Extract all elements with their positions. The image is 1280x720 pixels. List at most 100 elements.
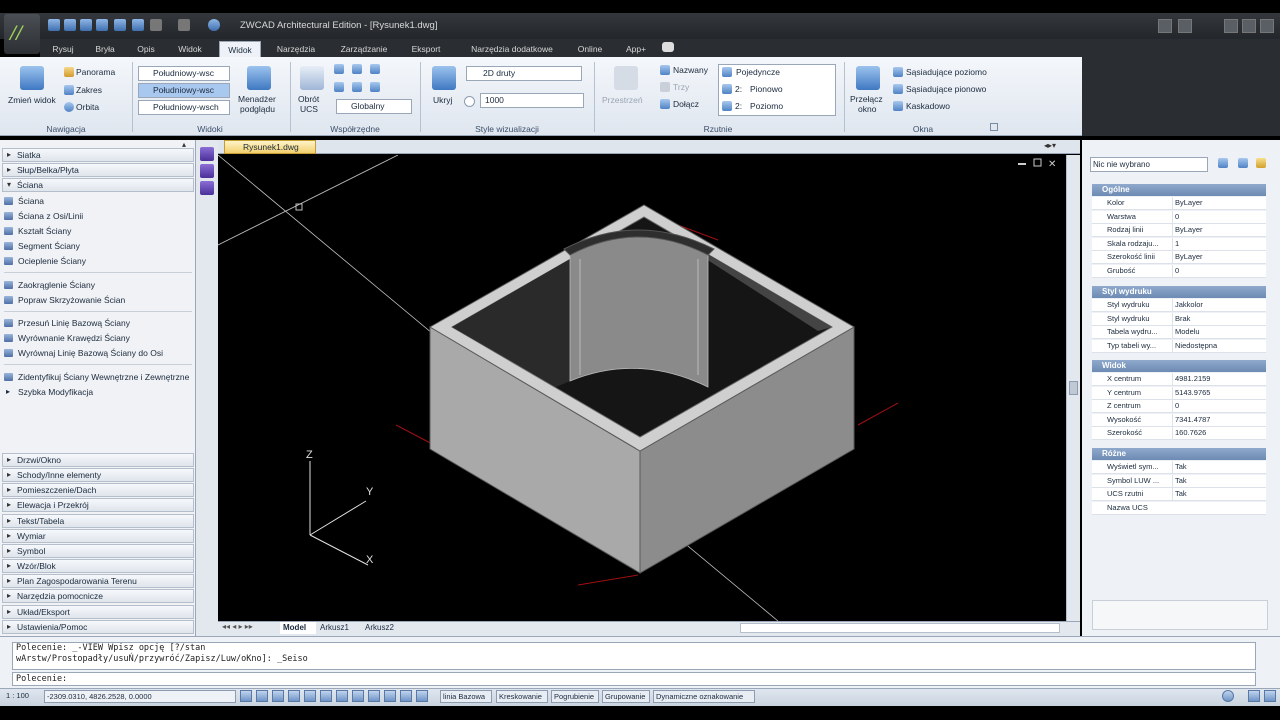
tab-rysuj[interactable]: Rysuj — [46, 41, 80, 57]
ucs-rotate-icon[interactable] — [300, 66, 324, 90]
category-wymiar[interactable]: Wymiar — [2, 529, 194, 543]
section-plot[interactable]: Styl wydruku — [1092, 286, 1266, 298]
two-vertical-option[interactable]: Poziomo — [750, 101, 783, 111]
property-row[interactable]: Tabela wydru... Modelu — [1092, 326, 1266, 340]
dialog-launcher-icon[interactable] — [990, 123, 998, 131]
two-horizontal-icon[interactable] — [722, 84, 732, 94]
orbit-icon[interactable] — [64, 102, 74, 112]
selection-combo[interactable]: Nic nie wybrano — [1090, 157, 1208, 172]
tile-horizontal-button[interactable]: Sąsiadujące poziomo — [906, 67, 987, 77]
lineweight-icon[interactable] — [368, 690, 380, 702]
tab-online[interactable]: Online — [572, 41, 608, 57]
tab-scroll-icon[interactable]: ◂▸▾ — [1044, 141, 1056, 150]
pan-button[interactable]: Panorama — [76, 67, 115, 77]
palette-collapse-icon[interactable]: ▴ — [182, 140, 194, 149]
scroll-thumb[interactable] — [1069, 381, 1078, 395]
ducs-icon[interactable] — [336, 690, 348, 702]
ucs-label[interactable]: UCS — [300, 104, 318, 114]
zoom-icon[interactable] — [20, 66, 44, 90]
tab-app[interactable]: App+ — [616, 41, 656, 57]
switch-window-label[interactable]: Przełącz — [850, 94, 883, 104]
help-icon[interactable] — [208, 19, 220, 31]
plot-icon[interactable] — [114, 19, 126, 31]
property-row[interactable]: Styl wydruku Brak — [1092, 312, 1266, 326]
tool-szybka-modyfikacja[interactable]: ▸ Szybka Modyfikacja — [4, 385, 93, 399]
property-value[interactable]: 0 — [1172, 400, 1264, 413]
property-value[interactable]: Brak — [1172, 312, 1264, 325]
property-row[interactable]: Grubość 0 — [1092, 265, 1266, 278]
tile-vertical-button[interactable]: Sąsiadujące pionowo — [906, 84, 986, 94]
view-manager-label[interactable]: Menadżer — [238, 94, 276, 104]
ortho-icon[interactable] — [272, 690, 284, 702]
clean-screen-icon[interactable] — [1248, 690, 1260, 702]
named-viewports-button[interactable]: Nazwany — [673, 65, 708, 75]
join-icon[interactable] — [660, 99, 670, 109]
ucs-tool-icon[interactable] — [352, 82, 362, 92]
doc-close-icon[interactable]: ✕ — [1048, 159, 1056, 170]
category-drzwi[interactable]: Drzwi/Okno — [2, 453, 194, 467]
layout-tab-model[interactable]: Model — [280, 622, 316, 634]
view-manager-label-2[interactable]: podglądu — [240, 104, 275, 114]
close-icon[interactable] — [1260, 19, 1274, 33]
view-combo-3[interactable]: Południowy-wsch — [138, 100, 230, 115]
scale-readout[interactable]: 1 : 100 — [6, 690, 29, 703]
tpy-icon[interactable] — [384, 690, 396, 702]
polar-icon[interactable] — [288, 690, 300, 702]
tool-wyrownanie-krawedzi[interactable]: Wyrównanie Krawędzi Ściany — [4, 331, 130, 345]
redo-icon[interactable] — [178, 19, 190, 31]
palette-tab-icon[interactable] — [200, 181, 214, 195]
quick-select-icon[interactable] — [1218, 158, 1228, 168]
two-horizontal-option[interactable]: Pionowo — [750, 84, 783, 94]
property-value[interactable]: ByLayer — [1172, 251, 1264, 264]
palette-tab-icon[interactable] — [200, 164, 214, 178]
tool-wyrownaj-linie[interactable]: Wyrównaj Linię Bazową Ściany do Osi — [4, 346, 163, 360]
vertical-scrollbar[interactable] — [1066, 155, 1080, 621]
tool-segment-sciany[interactable]: Segment Ściany — [4, 239, 80, 253]
tool-przesun-linie[interactable]: Przesuń Linię Bazową Ściany — [4, 316, 130, 330]
tool-ocieplenie[interactable]: Ocieplenie Ściany — [4, 254, 86, 268]
command-input[interactable]: Polecenie: — [12, 672, 1256, 686]
category-slup[interactable]: Słup/Belka/Płyta — [2, 163, 194, 177]
face-value-input[interactable]: 1000 — [480, 93, 584, 108]
property-value[interactable]: 7341.4787 — [1172, 413, 1264, 426]
property-row[interactable]: Szerokość linii ByLayer — [1092, 251, 1266, 265]
section-misc[interactable]: Różne — [1092, 448, 1266, 460]
category-uklad[interactable]: Układ/Eksport — [2, 605, 194, 619]
horizontal-scrollbar[interactable] — [740, 623, 1060, 633]
property-value[interactable]: 0 — [1172, 210, 1264, 223]
pickadd-icon[interactable] — [1256, 158, 1266, 168]
tool-sciana-z-osi[interactable]: Ściana z Osi/Linii — [4, 209, 83, 223]
ucs-tool-icon[interactable] — [370, 82, 380, 92]
tab-narzedzia-dodatkowe[interactable]: Narzędzia dodatkowe — [456, 41, 568, 57]
three-icon[interactable] — [660, 82, 670, 92]
save-as-icon[interactable] — [96, 19, 108, 31]
document-tab[interactable]: Rysunek1.dwg — [224, 140, 316, 154]
orbit-button[interactable]: Orbita — [76, 102, 99, 112]
property-value[interactable]: 1 — [1172, 237, 1264, 250]
app-logo[interactable]: // — [4, 14, 40, 54]
category-schody[interactable]: Schody/Inne elementy — [2, 468, 194, 482]
property-value[interactable]: 5143.9765 — [1172, 386, 1264, 399]
layout-tab-arkusz2[interactable]: Arkusz2 — [365, 622, 405, 634]
extent-button[interactable]: Zakres — [76, 85, 102, 95]
select-objects-icon[interactable] — [1238, 158, 1248, 168]
palette-tab-icon[interactable] — [200, 147, 214, 161]
drawing-canvas[interactable]: Z Y X ✕ — [217, 154, 1066, 622]
property-value[interactable]: ByLayer — [1172, 224, 1264, 237]
ucs-combo[interactable]: Globalny — [336, 99, 412, 114]
dyn-icon[interactable] — [352, 690, 364, 702]
doc-restore-icon[interactable] — [1033, 158, 1042, 167]
pan-icon[interactable] — [64, 67, 74, 77]
property-value[interactable]: Tak — [1172, 461, 1264, 473]
chat-icon[interactable] — [662, 42, 674, 52]
sc-icon[interactable] — [416, 690, 428, 702]
ucs-tool-icon[interactable] — [334, 82, 344, 92]
cascade-icon[interactable] — [893, 101, 903, 111]
section-view[interactable]: Widok — [1092, 360, 1266, 372]
workspace-icon[interactable] — [1222, 690, 1234, 702]
layout-nav-icon[interactable]: ◂◂ ◂ ▸ ▸▸ — [222, 622, 253, 631]
property-row[interactable]: Warstwa 0 — [1092, 210, 1266, 224]
tool-popraw-skrzyzowanie[interactable]: Popraw Skrzyżowanie Ścian — [4, 293, 125, 307]
property-value[interactable]: 0 — [1172, 265, 1264, 277]
single-viewport-option[interactable]: Pojedyncze — [736, 67, 780, 77]
